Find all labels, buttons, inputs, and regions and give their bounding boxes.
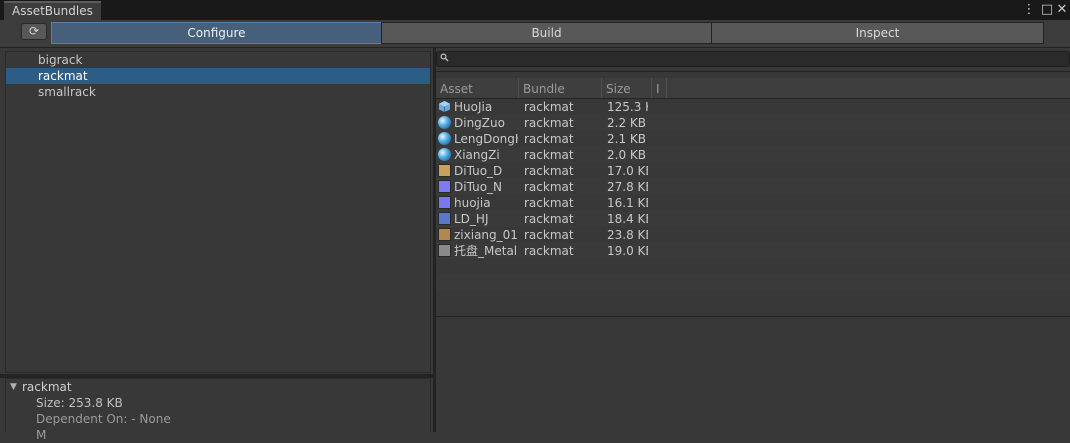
- asset-name: 托盘_Metall: [454, 244, 518, 258]
- asset-size: 2.1 KB: [607, 132, 646, 146]
- asset-name: DingZuo: [454, 116, 505, 130]
- asset-size: 19.0 KE: [607, 244, 648, 258]
- column-separator[interactable]: [666, 78, 667, 98]
- details-bundle-name: rackmat: [22, 380, 72, 394]
- column-header-size[interactable]: Size: [606, 79, 631, 99]
- mesh-icon: [438, 100, 451, 113]
- maximize-icon[interactable]: □: [1040, 2, 1054, 18]
- search-input[interactable]: [436, 51, 1070, 67]
- texture-icon: [438, 228, 451, 241]
- asset-name: huojia: [454, 196, 491, 210]
- material-icon: [438, 148, 451, 161]
- column-separator[interactable]: [518, 78, 519, 98]
- tab-build[interactable]: Build: [381, 22, 712, 44]
- window-tab-bar: [0, 0, 1070, 20]
- kebab-menu-icon[interactable]: ⋮: [1022, 2, 1036, 18]
- details-dependent-on: Dependent On: - None: [36, 412, 171, 426]
- asset-bundle: rackmat: [524, 164, 574, 178]
- asset-bundle: rackmat: [524, 196, 574, 210]
- column-header-bundle[interactable]: Bundle: [523, 79, 565, 99]
- asset-size: 125.3 K: [607, 100, 648, 114]
- texture-icon: [438, 164, 451, 177]
- asset-name: XiangZi: [454, 148, 500, 162]
- tab-inspect[interactable]: Inspect: [711, 22, 1044, 44]
- empty-table-row: [436, 259, 1070, 275]
- asset-bundle: rackmat: [524, 148, 574, 162]
- column-separator[interactable]: [601, 78, 602, 98]
- asset-name: DiTuo_D: [454, 164, 503, 178]
- refresh-button[interactable]: ⟳: [21, 23, 47, 40]
- asset-bundle: rackmat: [524, 212, 574, 226]
- texture-icon: [438, 196, 451, 209]
- refresh-icon: ⟳: [28, 24, 40, 38]
- texture-icon: [438, 180, 451, 193]
- asset-name: DiTuo_N: [454, 180, 503, 194]
- expand-arrow-icon[interactable]: ▼: [10, 380, 22, 394]
- bundle-item-rackmat[interactable]: rackmat: [6, 68, 430, 84]
- empty-table-row: [436, 291, 1070, 307]
- bundle-item-bigrack[interactable]: bigrack: [6, 52, 430, 68]
- asset-bundle: rackmat: [524, 100, 574, 114]
- asset-bundle: rackmat: [524, 244, 574, 258]
- asset-name: LD_HJ: [454, 212, 489, 226]
- asset-bundle: rackmat: [524, 132, 574, 146]
- details-partial-line: M: [36, 428, 47, 442]
- asset-detail-pane: [436, 316, 1070, 433]
- tab-configure[interactable]: Configure: [51, 22, 382, 44]
- asset-size: 2.2 KB: [607, 116, 646, 130]
- close-icon[interactable]: ✕: [1055, 2, 1069, 18]
- asset-bundle: rackmat: [524, 228, 574, 242]
- asset-size: 2.0 KB: [607, 148, 646, 162]
- search-icon: [440, 53, 450, 65]
- asset-size: 27.8 KE: [607, 180, 648, 194]
- column-separator[interactable]: [651, 78, 652, 98]
- asset-name: HuoJia: [454, 100, 493, 114]
- column-header-asset[interactable]: Asset: [440, 79, 473, 99]
- asset-size: 17.0 KE: [607, 164, 648, 178]
- asset-size: 23.8 KE: [607, 228, 648, 242]
- asset-size: 16.1 KB: [607, 196, 648, 210]
- bundle-item-smallrack[interactable]: smallrack: [6, 84, 430, 100]
- material-icon: [438, 132, 451, 145]
- asset-name: zixiang_01: [454, 228, 518, 242]
- empty-table-row: [436, 275, 1070, 291]
- asset-size: 18.4 KE: [607, 212, 648, 226]
- window-tab-assetbundles[interactable]: AssetBundles: [4, 1, 101, 20]
- texture-icon: [438, 212, 451, 225]
- asset-bundle: rackmat: [524, 180, 574, 194]
- asset-name: LengDongH: [454, 132, 518, 146]
- material-icon: [438, 116, 451, 129]
- asset-bundle: rackmat: [524, 116, 574, 130]
- details-size: Size: 253.8 KB: [36, 396, 123, 410]
- column-header-issues[interactable]: I: [656, 79, 664, 99]
- texture-icon: [438, 244, 451, 257]
